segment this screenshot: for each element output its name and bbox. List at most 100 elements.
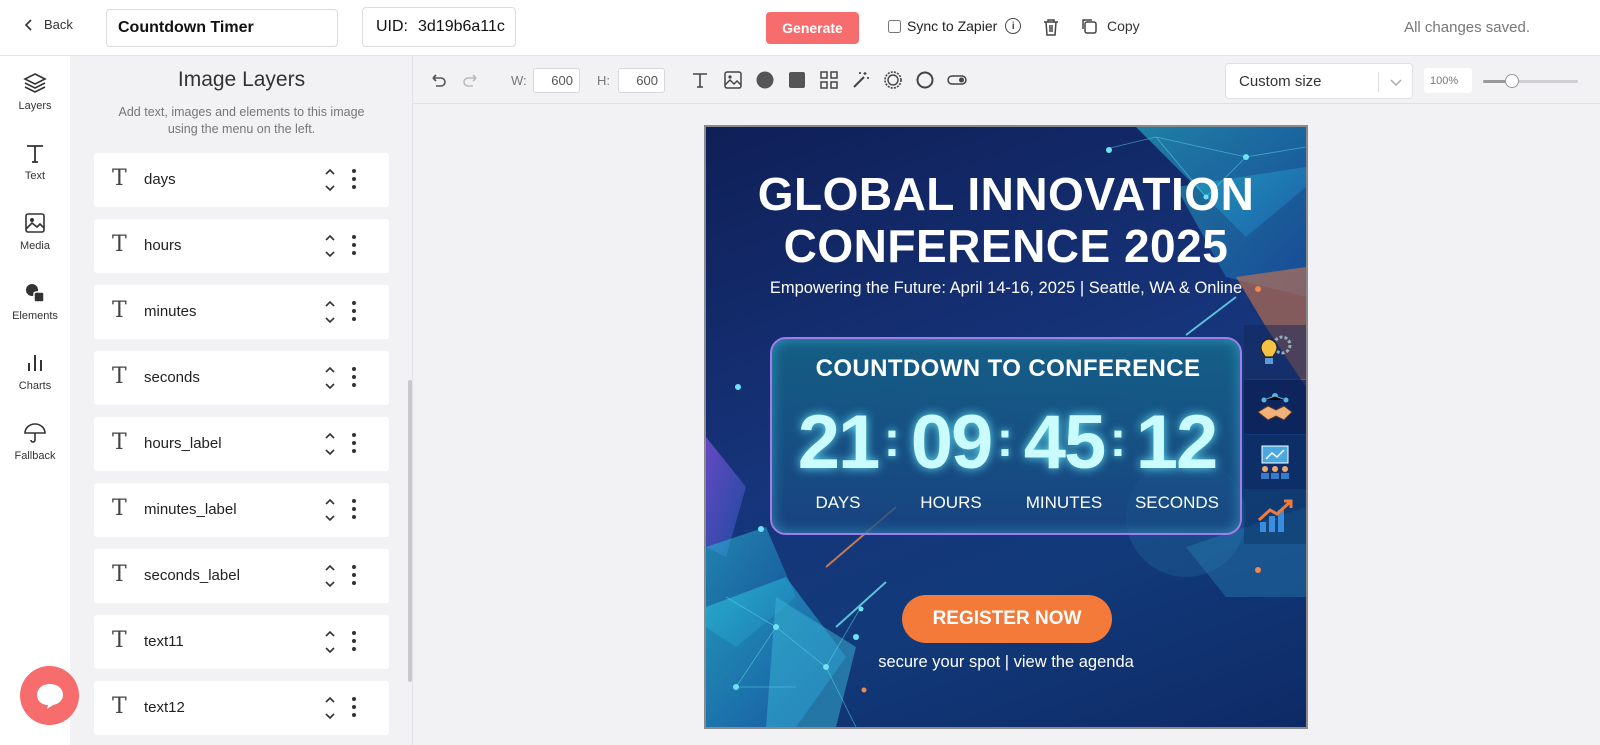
layers-title: Image Layers <box>177 68 306 91</box>
nav-item-fallback[interactable]: Fallback <box>0 406 70 476</box>
countdown-colon: : <box>1109 411 1127 467</box>
canvas-headline-line-1[interactable]: GLOBAL INNOVATION <box>706 169 1306 219</box>
countdown-days-label[interactable]: DAYS <box>783 493 893 513</box>
text-layer-icon: T <box>112 166 127 191</box>
grid-icon[interactable] <box>819 70 839 90</box>
nav-item-charts[interactable]: Charts <box>0 336 70 406</box>
more-options-icon[interactable] <box>352 498 356 520</box>
countdown-box[interactable]: COUNTDOWN TO CONFERENCE 21 : 09 : 45 : 1… <box>770 337 1242 535</box>
copy-button[interactable]: Copy <box>1080 17 1140 35</box>
nav-label: Fallback <box>14 449 56 462</box>
chevron-left-icon <box>24 18 32 31</box>
add-rectangle-icon[interactable] <box>787 70 807 90</box>
uid-box[interactable]: UID: 3d19b6a11c <box>362 7 516 47</box>
nav-item-text[interactable]: Text <box>0 126 70 196</box>
handshake-icon <box>1244 380 1306 434</box>
side-icon-strip <box>1244 325 1306 545</box>
magic-wand-icon[interactable] <box>851 70 871 90</box>
reorder-icon[interactable] <box>324 628 336 656</box>
nav-label: Media <box>20 239 50 252</box>
layer-row[interactable]: Thours <box>94 219 389 273</box>
reorder-icon[interactable] <box>324 232 336 260</box>
editor-toolbar: W: H: Custom size 100% <box>413 56 1600 104</box>
undo-icon[interactable] <box>428 70 448 90</box>
countdown-hours-label[interactable]: HOURS <box>896 493 1006 513</box>
countdown-seconds[interactable]: 12 <box>1126 403 1226 483</box>
generate-button[interactable]: Generate <box>766 12 859 44</box>
info-icon[interactable]: i <box>1005 18 1022 34</box>
layer-row[interactable]: Ttext11 <box>94 615 389 669</box>
more-options-icon[interactable] <box>352 300 356 322</box>
more-options-icon[interactable] <box>352 630 356 652</box>
reorder-icon[interactable] <box>324 430 336 458</box>
nav-item-elements[interactable]: Elements <box>0 266 70 336</box>
add-text-icon[interactable] <box>690 70 710 90</box>
size-select-value: Custom size <box>1239 72 1322 90</box>
presentation-icon <box>1244 435 1306 489</box>
reorder-icon[interactable] <box>324 496 336 524</box>
badge-icon[interactable] <box>883 70 903 90</box>
nav-item-layers[interactable]: Layers <box>0 56 70 126</box>
countdown-minutes-label[interactable]: MINUTES <box>1009 493 1119 513</box>
layer-row[interactable]: Tdays <box>94 153 389 207</box>
template-title-input[interactable] <box>106 9 338 47</box>
layer-name: days <box>144 171 176 188</box>
canvas-subline[interactable]: Empowering the Future: April 14-16, 2025… <box>706 279 1306 298</box>
countdown-colon: : <box>996 411 1014 467</box>
add-image-icon[interactable] <box>723 70 743 90</box>
ring-icon[interactable] <box>915 70 935 90</box>
layer-name: seconds <box>144 369 200 386</box>
back-button[interactable]: Back <box>22 17 73 32</box>
select-divider <box>1378 72 1379 92</box>
save-status: All changes saved. <box>1404 19 1530 36</box>
trash-icon[interactable] <box>1042 17 1060 37</box>
text-layer-icon: T <box>112 694 127 719</box>
countdown-days[interactable]: 21 <box>788 403 888 483</box>
reorder-icon[interactable] <box>324 694 336 722</box>
layer-row[interactable]: Tminutes_label <box>94 483 389 537</box>
sync-to-zapier-checkbox[interactable] <box>888 19 901 33</box>
layer-row[interactable]: Tseconds_label <box>94 549 389 603</box>
countdown-hours[interactable]: 09 <box>901 403 1001 483</box>
more-options-icon[interactable] <box>352 234 356 256</box>
width-input[interactable] <box>533 68 580 93</box>
layer-name: text11 <box>144 633 184 650</box>
more-options-icon[interactable] <box>352 168 356 190</box>
toggle-icon[interactable] <box>947 70 967 90</box>
more-options-icon[interactable] <box>352 366 356 388</box>
chat-button[interactable] <box>20 666 79 725</box>
layer-row[interactable]: Ttext12 <box>94 681 389 735</box>
canvas-headline-line-2[interactable]: CONFERENCE 2025 <box>706 221 1306 271</box>
layer-row[interactable]: Thours_label <box>94 417 389 471</box>
register-now-button[interactable]: REGISTER NOW <box>902 595 1112 643</box>
canvas-tagline[interactable]: secure your spot | view the agenda <box>706 653 1306 672</box>
redo-icon[interactable] <box>461 70 481 90</box>
nav-label: Text <box>24 169 46 182</box>
reorder-icon[interactable] <box>324 562 336 590</box>
more-options-icon[interactable] <box>352 564 356 586</box>
layer-row[interactable]: Tseconds <box>94 351 389 405</box>
countdown-seconds-label[interactable]: SECONDS <box>1122 493 1232 513</box>
add-circle-icon[interactable] <box>755 70 775 90</box>
canvas-size-select[interactable]: Custom size <box>1225 63 1413 99</box>
countdown-minutes[interactable]: 45 <box>1014 403 1114 483</box>
height-input[interactable] <box>618 68 665 93</box>
more-options-icon[interactable] <box>352 432 356 454</box>
text-layer-icon: T <box>112 496 127 521</box>
reorder-icon[interactable] <box>324 298 336 326</box>
nav-item-media[interactable]: Media <box>0 196 70 266</box>
more-options-icon[interactable] <box>352 696 356 718</box>
layer-name: seconds_label <box>144 567 240 584</box>
top-bar: Back UID: 3d19b6a11c Generate Sync to Za… <box>0 0 1600 56</box>
zoom-slider-thumb[interactable] <box>1504 74 1519 88</box>
reorder-icon[interactable] <box>324 364 336 392</box>
sync-to-zapier[interactable]: Sync to Zapier i <box>888 18 1022 34</box>
reorder-icon[interactable] <box>324 166 336 194</box>
layers-scrollbar[interactable] <box>408 380 412 682</box>
image-canvas[interactable]: GLOBAL INNOVATION CONFERENCE 2025 Empowe… <box>704 125 1308 729</box>
umbrella-icon <box>24 422 46 443</box>
layer-row[interactable]: Tminutes <box>94 285 389 339</box>
shapes-icon <box>26 283 45 303</box>
layers-icon <box>23 72 47 93</box>
nav-label: Elements <box>12 309 58 322</box>
